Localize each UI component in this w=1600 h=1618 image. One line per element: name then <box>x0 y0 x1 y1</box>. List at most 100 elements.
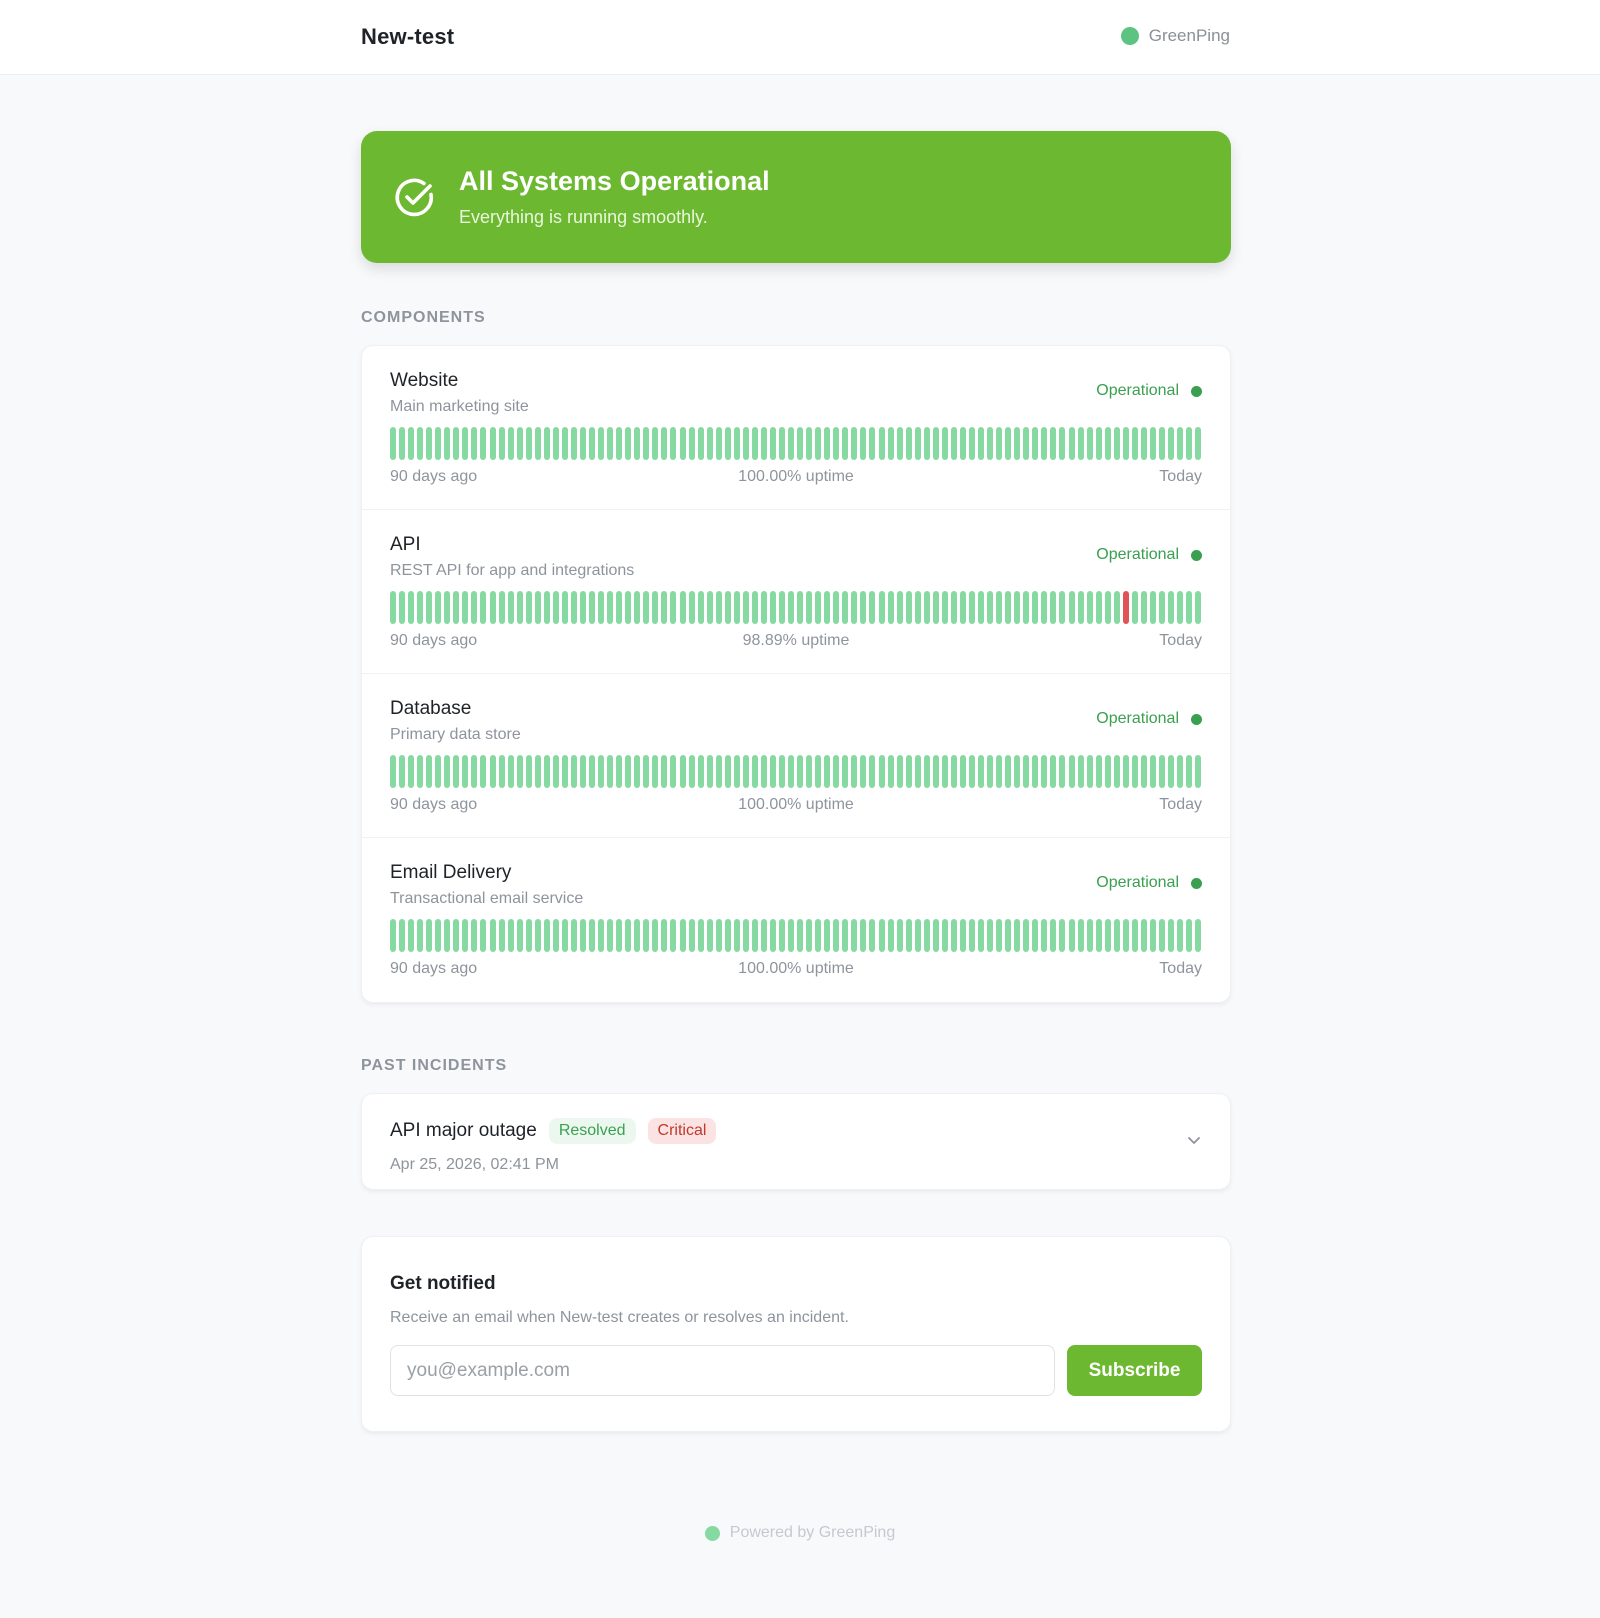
uptime-bar[interactable] <box>507 755 514 788</box>
uptime-bar[interactable] <box>552 755 559 788</box>
uptime-bar[interactable] <box>471 755 478 788</box>
uptime-bar[interactable] <box>833 591 840 624</box>
uptime-bar[interactable] <box>534 591 541 624</box>
uptime-bar[interactable] <box>1158 591 1165 624</box>
uptime-bar[interactable] <box>1086 427 1093 460</box>
uptime-bar[interactable] <box>570 591 577 624</box>
uptime-bar[interactable] <box>435 591 442 624</box>
uptime-bar[interactable] <box>1023 755 1030 788</box>
uptime-bar[interactable] <box>959 755 966 788</box>
uptime-bar[interactable] <box>1041 591 1048 624</box>
uptime-bar[interactable] <box>1041 919 1048 952</box>
uptime-bar[interactable] <box>616 427 623 460</box>
uptime-bar[interactable] <box>598 755 605 788</box>
uptime-bar[interactable] <box>1168 427 1175 460</box>
uptime-bar[interactable] <box>860 427 867 460</box>
uptime-bar[interactable] <box>1122 919 1129 952</box>
uptime-bar[interactable] <box>489 427 496 460</box>
uptime-bar[interactable] <box>706 591 713 624</box>
email-field[interactable] <box>390 1345 1055 1396</box>
uptime-bar[interactable] <box>742 919 749 952</box>
uptime-bar[interactable] <box>878 755 885 788</box>
uptime-bar[interactable] <box>788 591 795 624</box>
uptime-bar[interactable] <box>1168 755 1175 788</box>
uptime-bar[interactable] <box>779 755 786 788</box>
uptime-bar[interactable] <box>742 427 749 460</box>
uptime-bar[interactable] <box>489 591 496 624</box>
uptime-bar[interactable] <box>706 919 713 952</box>
uptime-bar[interactable] <box>390 755 396 788</box>
uptime-bar[interactable] <box>634 755 641 788</box>
uptime-bar[interactable] <box>1177 427 1184 460</box>
uptime-bar[interactable] <box>860 591 867 624</box>
uptime-bar[interactable] <box>1005 919 1012 952</box>
uptime-bar[interactable] <box>408 427 415 460</box>
uptime-bar[interactable] <box>426 591 433 624</box>
uptime-bar[interactable] <box>643 591 650 624</box>
uptime-bar[interactable] <box>1195 919 1202 952</box>
uptime-bar[interactable] <box>661 427 668 460</box>
uptime-bar[interactable] <box>1014 755 1021 788</box>
uptime-bar[interactable] <box>941 427 948 460</box>
uptime-bar[interactable] <box>661 591 668 624</box>
uptime-bar[interactable] <box>1186 591 1193 624</box>
uptime-bar[interactable] <box>842 755 849 788</box>
uptime-bar[interactable] <box>543 427 550 460</box>
uptime-bar[interactable] <box>1113 427 1120 460</box>
uptime-bar[interactable] <box>941 919 948 952</box>
uptime-bar[interactable] <box>1095 591 1102 624</box>
uptime-bar[interactable] <box>724 591 731 624</box>
uptime-bar[interactable] <box>959 427 966 460</box>
uptime-bar[interactable] <box>1104 591 1111 624</box>
uptime-bar[interactable] <box>788 427 795 460</box>
uptime-bar[interactable] <box>824 919 831 952</box>
uptime-bar[interactable] <box>779 427 786 460</box>
uptime-bar[interactable] <box>797 591 804 624</box>
uptime-bar[interactable] <box>1032 591 1039 624</box>
uptime-bar[interactable] <box>697 755 704 788</box>
uptime-bar[interactable] <box>1005 427 1012 460</box>
uptime-bar[interactable] <box>851 591 858 624</box>
uptime-bar[interactable] <box>769 427 776 460</box>
uptime-bar[interactable] <box>1095 427 1102 460</box>
uptime-bar[interactable] <box>625 755 632 788</box>
uptime-bar[interactable] <box>643 755 650 788</box>
uptime-bar[interactable] <box>1131 427 1138 460</box>
uptime-bar[interactable] <box>498 427 505 460</box>
uptime-bar[interactable] <box>869 427 876 460</box>
uptime-bar[interactable] <box>1140 919 1147 952</box>
uptime-bar[interactable] <box>453 591 460 624</box>
uptime-bar[interactable] <box>1068 591 1075 624</box>
subscribe-button[interactable]: Subscribe <box>1067 1345 1202 1396</box>
uptime-bar[interactable] <box>1131 591 1138 624</box>
uptime-bar[interactable] <box>724 427 731 460</box>
uptime-bar[interactable] <box>887 591 894 624</box>
uptime-bar[interactable] <box>1113 755 1120 788</box>
uptime-bar[interactable] <box>733 755 740 788</box>
uptime-bar[interactable] <box>950 755 957 788</box>
uptime-bar[interactable] <box>715 591 722 624</box>
uptime-bar[interactable] <box>1177 591 1184 624</box>
uptime-bar[interactable] <box>869 755 876 788</box>
uptime-bar[interactable] <box>399 591 406 624</box>
uptime-bar[interactable] <box>733 591 740 624</box>
uptime-bar[interactable] <box>688 427 695 460</box>
uptime-bar[interactable] <box>561 591 568 624</box>
uptime-bar[interactable] <box>851 755 858 788</box>
uptime-bar[interactable] <box>1059 427 1066 460</box>
uptime-bar[interactable] <box>417 919 424 952</box>
uptime-bar[interactable] <box>797 919 804 952</box>
uptime-bar[interactable] <box>390 427 396 460</box>
uptime-bar[interactable] <box>941 755 948 788</box>
uptime-bar[interactable] <box>715 427 722 460</box>
uptime-bar[interactable] <box>996 919 1003 952</box>
incident-item[interactable]: API major outage Resolved Critical Apr 2… <box>361 1093 1231 1190</box>
uptime-bar[interactable] <box>824 427 831 460</box>
uptime-bar[interactable] <box>670 919 677 952</box>
uptime-bar[interactable] <box>760 919 767 952</box>
uptime-bar[interactable] <box>1014 919 1021 952</box>
uptime-bar[interactable] <box>806 919 813 952</box>
uptime-bar[interactable] <box>878 591 885 624</box>
uptime-bar[interactable] <box>525 919 532 952</box>
uptime-bar[interactable] <box>987 755 994 788</box>
